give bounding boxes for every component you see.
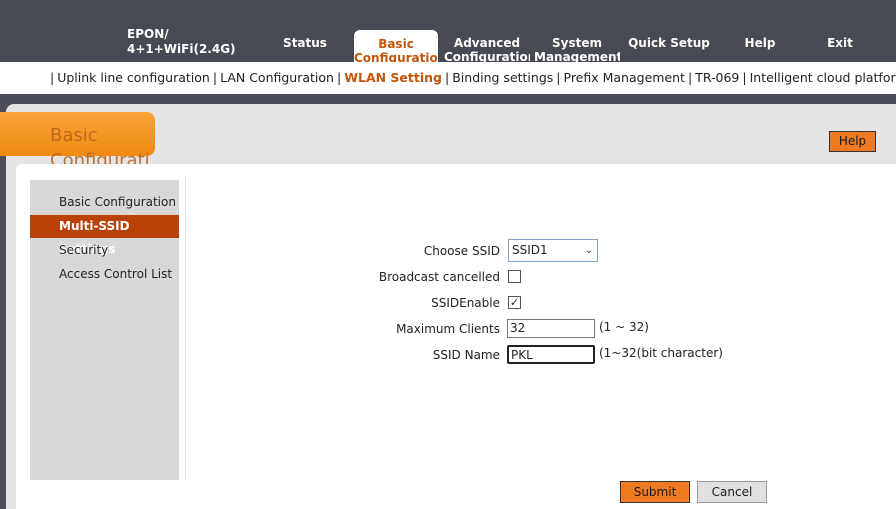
ssid-enable-label: SSIDEnable [431, 296, 500, 310]
tab-status[interactable]: Status [278, 36, 332, 50]
broadcast-cancelled-checkbox[interactable] [508, 270, 521, 283]
help-button[interactable]: Help [829, 131, 876, 152]
tab-basic-configuration-line2: Configuration [354, 51, 438, 62]
check-icon: ✓ [509, 296, 520, 309]
submit-button[interactable]: Submit [620, 481, 690, 503]
tab-advanced-configuration-line2: Configuration [444, 50, 530, 62]
broadcast-cancelled-label: Broadcast cancelled [378, 270, 500, 284]
tab-basic-configuration[interactable]: Basic Configuration [354, 30, 438, 62]
subnav-separator: | [336, 70, 342, 85]
tab-advanced-configuration[interactable]: Advanced Configuration [444, 36, 530, 62]
tab-advanced-configuration-line1: Advanced [453, 36, 521, 50]
brand-line-1: EPON/ [127, 27, 169, 41]
subnav-intelligent-cloud-platform[interactable]: Intelligent cloud platform [750, 70, 896, 85]
tab-system-management[interactable]: System Management [534, 36, 620, 62]
subnav-separator: | [445, 70, 450, 85]
tab-system-management-line2: Management [534, 50, 620, 62]
tab-system-management-line1: System [552, 36, 602, 50]
subnav-separator: | [212, 70, 218, 85]
chevron-down-icon: ⌄ [584, 245, 593, 256]
subnav-separator: | [50, 70, 55, 85]
maximum-clients-label: Maximum Clients [396, 322, 500, 336]
tab-exit[interactable]: Exit [820, 36, 860, 50]
choose-ssid-label: Choose SSID [423, 244, 500, 258]
ssid-name-label: SSID Name [432, 348, 500, 362]
ssid-enable-checkbox[interactable]: ✓ [508, 296, 521, 309]
subnav-separator: | [556, 70, 561, 85]
sidebar-item-access-control-list[interactable]: Access Control List [30, 263, 179, 286]
tab-exit-label: Exit [827, 36, 853, 50]
ssid-name-input[interactable]: PKL [507, 345, 595, 364]
tab-quick-setup[interactable]: Quick Setup [626, 36, 712, 50]
maximum-clients-input[interactable]: 32 [507, 319, 595, 338]
sidebar-item-security[interactable]: Security [30, 239, 179, 262]
subnav-lan-configuration[interactable]: LAN Configuration [220, 70, 334, 85]
subnav-uplink-line-configuration[interactable]: Uplink line configuration [57, 70, 210, 85]
sidebar-item-multi-ssid-settings[interactable]: Multi-SSID Settings [30, 215, 179, 256]
ssid-name-hint: (1~32(bit character) [599, 346, 723, 360]
subnav-wlan-setting[interactable]: WLAN Setting [344, 70, 442, 85]
maximum-clients-hint: (1 ~ 32) [599, 320, 649, 334]
tab-help-label: Help [744, 36, 776, 50]
brand-label: EPON/ 4+1+WiFi(2.4G) [127, 27, 236, 57]
tab-quick-setup-label: Quick Setup [628, 36, 710, 50]
brand-line-2: 4+1+WiFi(2.4G) [127, 42, 236, 56]
sidebar-item-basic-configuration[interactable]: Basic Configuration [30, 191, 179, 214]
subnav-tr-069[interactable]: TR-069 [695, 70, 739, 85]
tab-basic-configuration-line1: Basic [378, 37, 414, 51]
subnav-prefix-management[interactable]: Prefix Management [564, 70, 685, 85]
sub-navigation: | Uplink line configuration | LAN Configura… [0, 62, 896, 94]
sidebar-divider [185, 175, 186, 479]
tab-help[interactable]: Help [738, 36, 782, 50]
choose-ssid-value: SSID1 [512, 243, 548, 257]
tab-status-label: Status [283, 36, 327, 50]
subnav-separator: | [687, 70, 693, 85]
subnav-separator: | [742, 70, 747, 85]
cancel-button[interactable]: Cancel [697, 481, 767, 503]
choose-ssid-select[interactable]: SSID1 ⌄ [508, 239, 598, 262]
subnav-binding-settings[interactable]: Binding settings [452, 70, 553, 85]
